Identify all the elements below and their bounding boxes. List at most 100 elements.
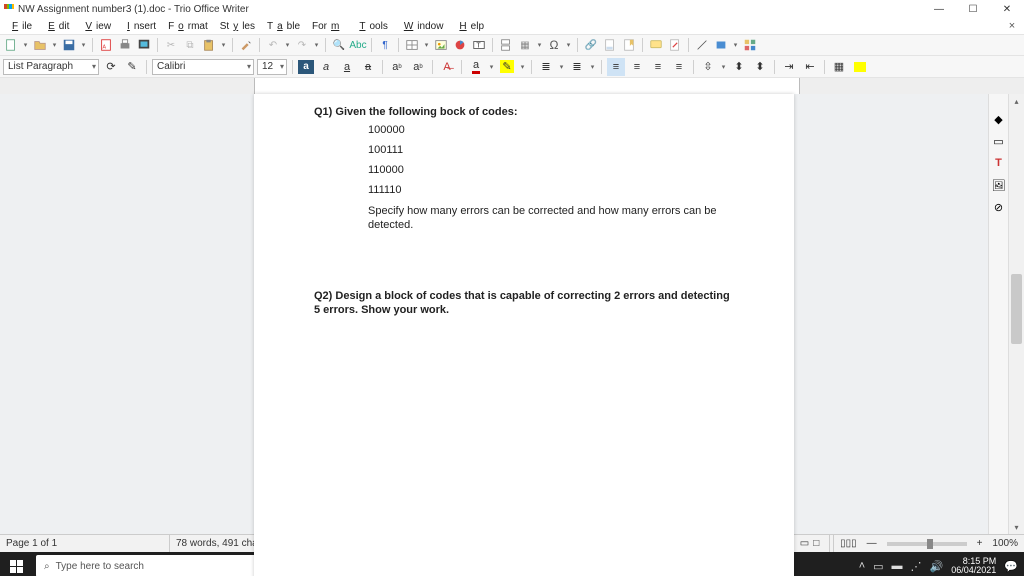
save-button[interactable]	[61, 37, 77, 53]
status-page[interactable]: Page 1 of 1	[0, 535, 170, 552]
chart-button[interactable]	[452, 37, 468, 53]
decrease-indent-button[interactable]: ⇤	[801, 58, 819, 76]
maximize-button[interactable]: ☐	[956, 0, 990, 18]
bookmark-button[interactable]	[621, 37, 637, 53]
start-button[interactable]	[0, 552, 32, 576]
open-button[interactable]	[32, 37, 48, 53]
page[interactable]: Q1) Given the following bock of codes: 1…	[254, 94, 794, 576]
print-button[interactable]	[117, 37, 133, 53]
status-view-buttons[interactable]: ▯▯▯	[834, 535, 863, 552]
page-break-button[interactable]	[498, 37, 514, 53]
dropdown-icon[interactable]: ▾	[284, 37, 291, 53]
cut-button[interactable]: ✂	[163, 37, 179, 53]
strikethrough-button[interactable]: a	[359, 58, 377, 76]
minimize-button[interactable]: —	[922, 0, 956, 18]
track-changes-button[interactable]	[667, 37, 683, 53]
scroll-thumb[interactable]	[1011, 274, 1022, 344]
paragraph-style-combo[interactable]: List Paragraph	[3, 59, 99, 75]
dropdown-icon[interactable]: ▾	[519, 59, 526, 75]
menu-view[interactable]: View	[77, 21, 115, 32]
tray-clock[interactable]: 8:15 PM 06/04/2021	[951, 557, 996, 576]
sidebar-properties-icon[interactable]: ◆	[992, 112, 1006, 126]
tray-chevron-icon[interactable]: ˄	[859, 560, 865, 572]
paste-button[interactable]	[201, 37, 217, 53]
menu-format[interactable]: Format	[164, 21, 212, 32]
increase-indent-button[interactable]: ⇥	[780, 58, 798, 76]
dropdown-icon[interactable]: ▾	[313, 37, 320, 53]
new-style-button[interactable]: ✎	[123, 58, 141, 76]
sidebar-navigator-icon[interactable]: ⊘	[992, 200, 1006, 214]
clear-formatting-button[interactable]: A̶	[438, 58, 456, 76]
numbering-button[interactable]: ≣	[568, 58, 586, 76]
superscript-button[interactable]: ab	[388, 58, 406, 76]
copy-button[interactable]: ⧉	[182, 37, 198, 53]
menu-edit[interactable]: Edit	[40, 21, 73, 32]
dropdown-icon[interactable]: ▾	[22, 37, 29, 53]
menu-insert[interactable]: Insert	[119, 21, 160, 32]
align-left-button[interactable]: ≡	[607, 58, 625, 76]
comment-button[interactable]	[648, 37, 664, 53]
align-right-button[interactable]: ≡	[649, 58, 667, 76]
document-close-button[interactable]: ×	[1000, 20, 1024, 32]
menu-table[interactable]: Table	[263, 21, 304, 32]
image-button[interactable]	[433, 37, 449, 53]
dropdown-icon[interactable]: ▾	[558, 59, 565, 75]
highlight-button[interactable]: ✎	[498, 58, 516, 76]
tray-notifications-icon[interactable]: 💬	[1004, 560, 1018, 573]
menu-file[interactable]: File	[4, 21, 36, 32]
special-char-button[interactable]: Ω	[546, 37, 562, 53]
vertical-scrollbar[interactable]: ▴ ▾	[1008, 94, 1024, 534]
new-button[interactable]	[3, 37, 19, 53]
formatting-marks-button[interactable]: ¶	[377, 37, 393, 53]
menu-window[interactable]: Window	[396, 21, 448, 32]
highlight-fill-button[interactable]	[851, 58, 869, 76]
dropdown-icon[interactable]: ▾	[51, 37, 58, 53]
textbox-button[interactable]: T	[471, 37, 487, 53]
taskbar-search[interactable]: ⌕ Type here to search	[36, 555, 266, 576]
redo-button[interactable]: ↷	[294, 37, 310, 53]
undo-button[interactable]: ↶	[265, 37, 281, 53]
subscript-button[interactable]: ab	[409, 58, 427, 76]
field-button[interactable]: ▦	[517, 37, 533, 53]
close-button[interactable]: ✕	[990, 0, 1024, 18]
horizontal-ruler[interactable]	[0, 78, 1024, 94]
bullets-button[interactable]: ≣	[537, 58, 555, 76]
font-size-combo[interactable]: 12	[257, 59, 287, 75]
scroll-down-icon[interactable]: ▾	[1009, 520, 1024, 534]
status-selection-mode[interactable]: ▭□	[790, 535, 830, 552]
format-paintbrush-button[interactable]	[238, 37, 254, 53]
line-spacing-button[interactable]: ⇳	[699, 58, 717, 76]
line-button[interactable]	[694, 37, 710, 53]
borders-button[interactable]: ▦	[830, 58, 848, 76]
underline-button[interactable]: a	[338, 58, 356, 76]
justify-button[interactable]: ≡	[670, 58, 688, 76]
menu-help[interactable]: Help	[451, 21, 488, 32]
tray-meet-icon[interactable]: ▭	[873, 560, 883, 573]
spellcheck-button[interactable]: Abc	[350, 37, 366, 53]
sidebar-page-icon[interactable]: ▭	[992, 134, 1006, 148]
font-name-combo[interactable]: Calibri	[152, 59, 254, 75]
footnote-button[interactable]	[602, 37, 618, 53]
dropdown-icon[interactable]: ▾	[488, 59, 495, 75]
dropdown-icon[interactable]: ▾	[720, 59, 727, 75]
tray-volume-icon[interactable]: 🔊	[930, 560, 944, 573]
tray-wifi-icon[interactable]: ⋰	[911, 560, 922, 573]
decrease-spacing-button[interactable]: ⬍	[751, 58, 769, 76]
menu-tools[interactable]: Tools	[351, 21, 391, 32]
update-style-button[interactable]: ⟳	[102, 58, 120, 76]
menu-form[interactable]: Form	[308, 21, 347, 32]
find-button[interactable]: 🔍	[331, 37, 347, 53]
dropdown-icon[interactable]: ▾	[536, 37, 543, 53]
table-button[interactable]	[404, 37, 420, 53]
status-zoom[interactable]: 100%	[986, 535, 1024, 552]
hyperlink-button[interactable]: 🔗	[583, 37, 599, 53]
export-pdf-button[interactable]: A	[98, 37, 114, 53]
dropdown-icon[interactable]: ▾	[589, 59, 596, 75]
align-center-button[interactable]: ≡	[628, 58, 646, 76]
bold-button[interactable]: a	[298, 60, 314, 74]
dropdown-icon[interactable]: ▾	[220, 37, 227, 53]
dropdown-icon[interactable]: ▾	[80, 37, 87, 53]
tray-battery-icon[interactable]: ▬	[892, 560, 903, 572]
dropdown-icon[interactable]: ▾	[423, 37, 430, 53]
menu-styles[interactable]: Styles	[216, 21, 259, 32]
